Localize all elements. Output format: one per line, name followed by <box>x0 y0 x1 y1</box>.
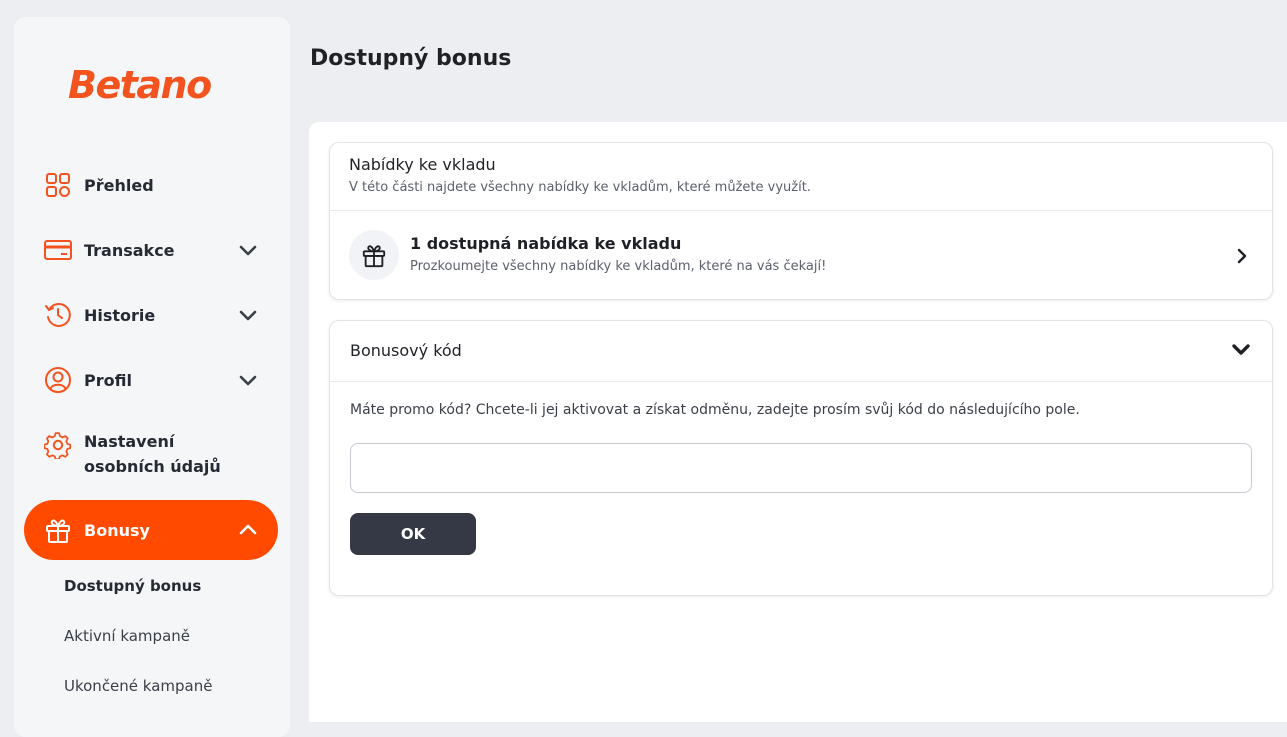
gift-icon <box>362 245 386 268</box>
label-line-2: osobních údajů <box>84 457 221 476</box>
bonus-code-header[interactable]: Bonusový kód <box>330 321 1272 381</box>
gift-icon-badge <box>349 230 399 280</box>
sidebar-item-label: Bonusy <box>84 520 150 540</box>
deposit-offer-row[interactable]: 1 dostupná nabídka ke vkladu Prozkoumejt… <box>330 211 1272 301</box>
chevron-right-icon <box>1237 248 1247 264</box>
deposit-offers-header: Nabídky ke vkladu V této části najdete v… <box>349 155 811 195</box>
page-title: Dostupný bonus <box>310 46 512 71</box>
sidebar-item-label: Transakce <box>84 240 175 260</box>
gear-icon <box>44 431 72 459</box>
chevron-up-icon <box>239 524 257 535</box>
card-icon <box>44 236 72 264</box>
chevron-down-icon <box>1232 344 1250 355</box>
deposit-offers-title: Nabídky ke vkladu <box>349 155 496 174</box>
sidebar-item-label: Přehled <box>84 175 154 195</box>
bonus-code-card: Bonusový kód Máte promo kód? Chcete-li j… <box>329 320 1273 596</box>
subitem-ukoncene-kampane[interactable]: Ukončené kampaně <box>64 677 212 695</box>
sidebar-item-nastaveni[interactable]: Nastavení osobních údajů <box>24 425 278 485</box>
history-icon <box>44 301 72 329</box>
chevron-down-icon <box>239 375 257 386</box>
offer-title: 1 dostupná nabídka ke vkladu <box>410 234 682 253</box>
offer-subtitle: Prozkoumejte všechny nabídky ke vkladům,… <box>410 259 827 274</box>
sidebar-item-label: Nastavení osobních údajů <box>84 429 221 479</box>
sidebar: Betano Přehled Transakce Historie Profil… <box>14 17 290 737</box>
subitem-aktivni-kampane[interactable]: Aktivní kampaně <box>64 627 190 645</box>
sidebar-item-transakce[interactable]: Transakce <box>24 220 278 280</box>
chevron-down-icon <box>239 310 257 321</box>
deposit-offers-subtitle: V této části najdete všechny nabídky ke … <box>349 180 811 195</box>
subitem-dostupny-bonus[interactable]: Dostupný bonus <box>64 577 201 595</box>
promo-code-input[interactable] <box>350 443 1252 493</box>
bonus-code-title: Bonusový kód <box>350 341 462 360</box>
label-line-1: Nastavení <box>84 432 175 451</box>
sidebar-item-bonusy[interactable]: Bonusy <box>24 500 278 560</box>
main-panel: Nabídky ke vkladu V této části najdete v… <box>309 122 1287 722</box>
sidebar-item-historie[interactable]: Historie <box>24 285 278 345</box>
sidebar-item-label: Profil <box>84 370 132 390</box>
deposit-offers-card: Nabídky ke vkladu V této části najdete v… <box>329 142 1273 300</box>
divider <box>330 381 1272 382</box>
sidebar-item-profil[interactable]: Profil <box>24 350 278 410</box>
bonus-code-description: Máte promo kód? Chcete-li jej aktivovat … <box>350 402 1080 418</box>
user-icon <box>44 366 72 394</box>
betano-logo[interactable]: Betano <box>68 63 212 107</box>
ok-button[interactable]: OK <box>350 513 476 555</box>
chevron-down-icon <box>239 245 257 256</box>
gift-icon <box>44 516 72 544</box>
grid-icon <box>44 171 72 199</box>
sidebar-item-prehled[interactable]: Přehled <box>24 155 278 215</box>
sidebar-item-label: Historie <box>84 305 156 325</box>
